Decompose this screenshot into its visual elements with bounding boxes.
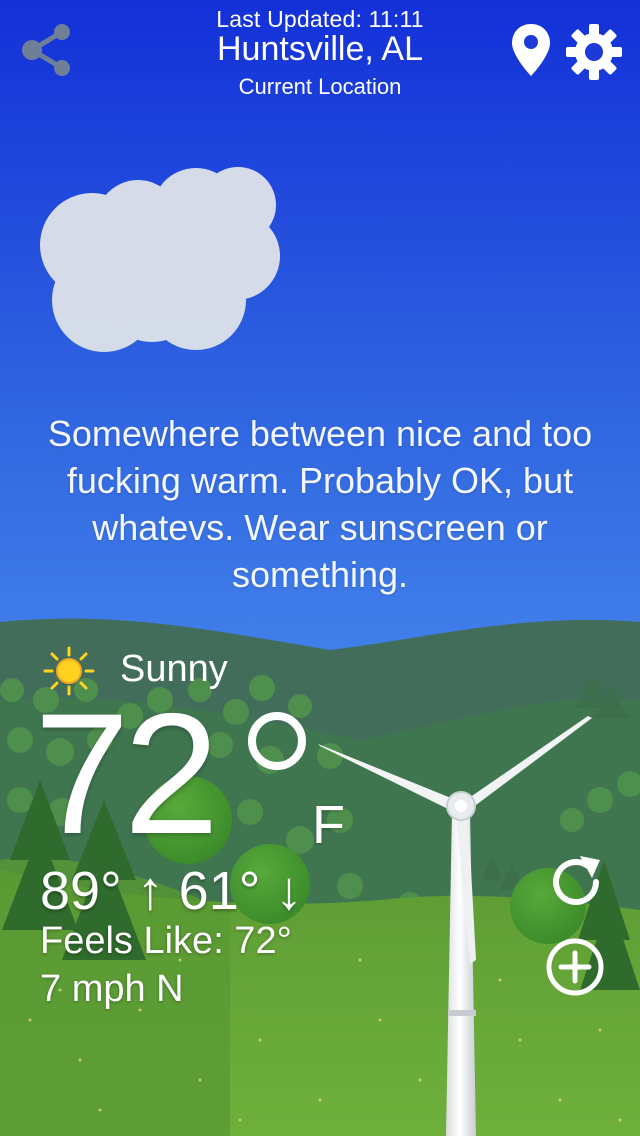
- last-updated-time: Last Updated: 11:11: [216, 6, 424, 32]
- gear-icon[interactable]: [564, 22, 624, 82]
- current-temperature: 72: [34, 678, 219, 870]
- temperature-unit: F: [312, 795, 345, 855]
- weather-quip: Somewhere between nice and too fucking w…: [47, 413, 593, 595]
- feels-like: Feels Like: 72°: [40, 920, 292, 962]
- city-name[interactable]: Huntsville, AL: [120, 30, 520, 69]
- add-circle-icon[interactable]: [544, 936, 606, 998]
- wind-speed: 7 mph N: [40, 968, 184, 1010]
- refresh-icon[interactable]: [546, 852, 606, 912]
- high-low-temperature: 89° ↑ 61° ↓: [40, 861, 303, 921]
- location-pin-icon[interactable]: [510, 22, 552, 78]
- share-icon[interactable]: [18, 22, 76, 78]
- location-label: Current Location: [238, 74, 402, 99]
- degree-symbol: [248, 712, 306, 770]
